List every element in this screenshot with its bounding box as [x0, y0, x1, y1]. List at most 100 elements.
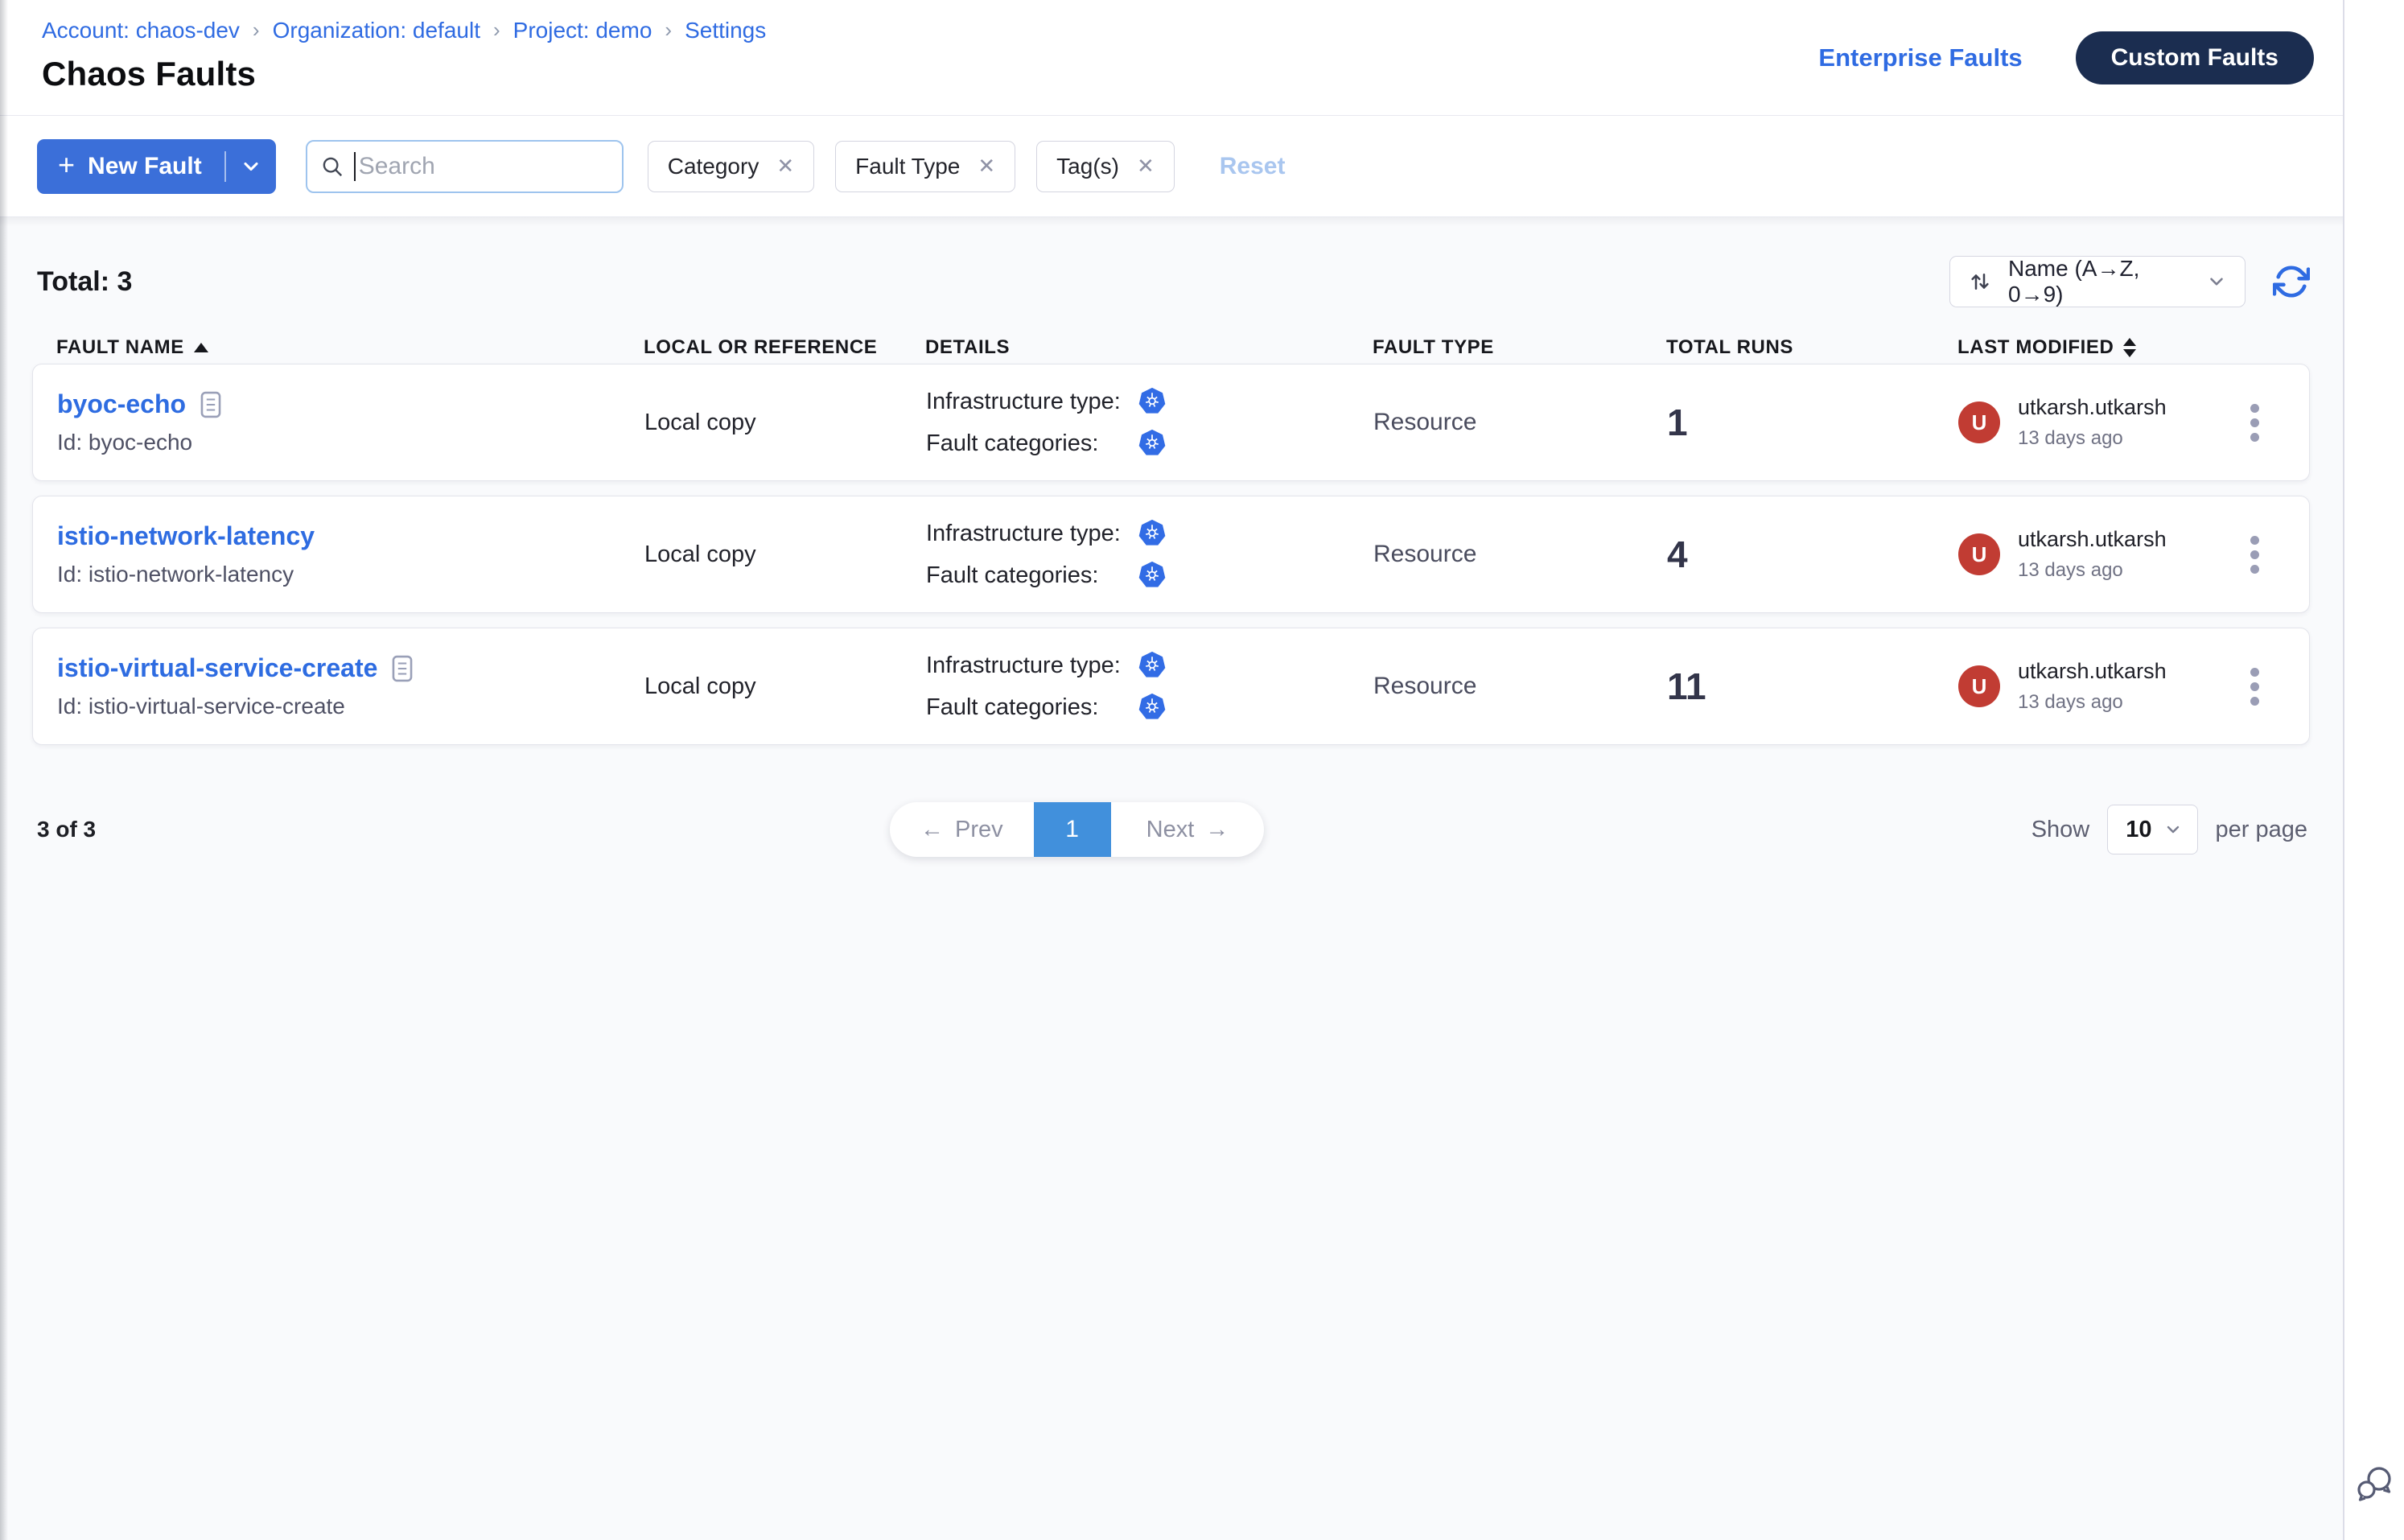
help-chat-button[interactable] [2354, 1463, 2396, 1508]
header-actions: Enterprise Faults Custom Faults [1818, 0, 2314, 116]
fault-name-link[interactable]: istio-virtual-service-create [57, 653, 377, 683]
local-or-reference-value: Local copy [644, 673, 926, 700]
next-page-button[interactable]: Next → [1111, 802, 1265, 857]
modified-at: 13 days ago [2018, 427, 2167, 450]
description-icon[interactable] [200, 391, 221, 418]
page-size-control: Show 10 per page [2031, 802, 2307, 857]
row-menu-button[interactable] [2242, 660, 2267, 714]
table-row: istio-network-latency Id: istio-network-… [32, 496, 2310, 613]
sort-label: Name (A→Z, 0→9) [2008, 256, 2190, 307]
refresh-icon [2273, 263, 2310, 300]
infrastructure-type-label: Infrastructure type: [926, 521, 1137, 547]
chevron-down-icon [2206, 271, 2227, 292]
fault-categories-label: Fault categories: [926, 694, 1137, 721]
modified-by: utkarsh.utkarsh [2018, 395, 2167, 420]
avatar: U [1958, 533, 2000, 575]
filter-chip-fault-type[interactable]: Fault Type ✕ [835, 141, 1015, 192]
breadcrumb-separator-icon: › [665, 18, 672, 43]
breadcrumb-project[interactable]: Project: demo [513, 18, 652, 43]
fault-name-link[interactable]: istio-network-latency [57, 521, 315, 551]
fault-name-link[interactable]: byoc-echo [57, 389, 186, 419]
toolbar: + New Fault Category ✕ Fault Type ✕ T [0, 116, 2343, 217]
filter-chips: Category ✕ Fault Type ✕ Tag(s) ✕ [648, 141, 1175, 192]
new-fault-label: New Fault [88, 153, 202, 180]
table-row: istio-virtual-service-create Id: istio-v… [32, 628, 2310, 745]
description-icon[interactable] [392, 655, 413, 682]
fault-type-value: Resource [1373, 409, 1667, 436]
show-label: Show [2031, 817, 2090, 843]
kubernetes-icon [1137, 650, 1167, 681]
local-or-reference-value: Local copy [644, 410, 926, 436]
column-header-total-runs: TOTAL RUNS [1666, 336, 1957, 359]
modified-by: utkarsh.utkarsh [2018, 659, 2167, 684]
avatar: U [1958, 401, 2000, 443]
faults-list-section: Total: 3 Name (A→Z, 0→9) [0, 217, 2343, 1540]
modified-at: 13 days ago [2018, 559, 2167, 582]
column-header-fault-name[interactable]: FAULT NAME [56, 336, 644, 359]
custom-faults-button[interactable]: Custom Faults [2076, 31, 2314, 84]
filter-chip-tags[interactable]: Tag(s) ✕ [1036, 141, 1175, 192]
fault-id: Id: istio-network-latency [57, 562, 644, 587]
breadcrumb-account[interactable]: Account: chaos-dev [42, 18, 240, 43]
kubernetes-icon [1137, 560, 1167, 591]
breadcrumb-settings[interactable]: Settings [685, 18, 766, 43]
close-icon[interactable]: ✕ [978, 154, 995, 179]
column-header-last-modified[interactable]: LAST MODIFIED [1957, 336, 2223, 359]
main-area: Account: chaos-dev › Organization: defau… [0, 0, 2343, 1540]
fault-type-value: Resource [1373, 541, 1667, 568]
row-menu-button[interactable] [2242, 528, 2267, 582]
filter-chip-category[interactable]: Category ✕ [648, 141, 814, 192]
filter-chip-label: Tag(s) [1056, 154, 1119, 179]
prev-page-button[interactable]: ← Prev [890, 802, 1034, 857]
row-menu-button[interactable] [2242, 396, 2267, 450]
avatar: U [1958, 665, 2000, 707]
pagination-bar: 3 of 3 ← Prev 1 Next → Show 10 per page [0, 802, 2343, 857]
close-icon[interactable]: ✕ [776, 154, 794, 179]
breadcrumb-separator-icon: › [493, 18, 500, 43]
total-runs-value: 4 [1667, 533, 1958, 576]
sort-both-icon [2123, 338, 2136, 357]
column-header-local-or-reference: LOCAL OR REFERENCE [644, 336, 925, 359]
pagination-summary: 3 of 3 [37, 802, 96, 857]
filter-chip-label: Category [668, 154, 759, 179]
local-or-reference-value: Local copy [644, 541, 926, 568]
kubernetes-icon [1137, 428, 1167, 459]
filter-chip-label: Fault Type [855, 154, 960, 179]
fault-id: Id: istio-virtual-service-create [57, 694, 644, 719]
infrastructure-type-label: Infrastructure type: [926, 389, 1137, 415]
total-count: Total: 3 [37, 266, 132, 298]
search-icon [320, 154, 344, 179]
infrastructure-type-label: Infrastructure type: [926, 653, 1137, 679]
chat-bubbles-icon [2354, 1463, 2396, 1508]
new-fault-button[interactable]: + New Fault [37, 139, 224, 194]
search-box [306, 140, 624, 193]
sort-arrows-icon [1968, 270, 1992, 294]
page-edge-shadow [0, 0, 8, 1540]
page-size-select[interactable]: 10 [2107, 805, 2197, 854]
right-rail [2343, 0, 2404, 1540]
enterprise-faults-link[interactable]: Enterprise Faults [1818, 43, 2022, 72]
fault-categories-label: Fault categories: [926, 430, 1137, 457]
sort-dropdown[interactable]: Name (A→Z, 0→9) [1949, 256, 2246, 307]
total-runs-value: 1 [1667, 401, 1958, 444]
breadcrumb-separator-icon: › [253, 18, 260, 43]
modified-by: utkarsh.utkarsh [2018, 527, 2167, 552]
sort-area: Name (A→Z, 0→9) [1949, 256, 2310, 307]
total-runs-value: 11 [1667, 665, 1958, 708]
search-input[interactable] [356, 153, 611, 180]
new-fault-dropdown-button[interactable] [226, 139, 276, 194]
kubernetes-icon [1137, 692, 1167, 723]
plus-icon: + [58, 150, 75, 179]
close-icon[interactable]: ✕ [1137, 154, 1155, 179]
fault-id: Id: byoc-echo [57, 430, 644, 455]
refresh-button[interactable] [2273, 263, 2310, 300]
reset-filters-button[interactable]: Reset [1220, 153, 1286, 180]
table-row: byoc-echo Id: byoc-echo Local copy Infra… [32, 364, 2310, 481]
column-header-details: DETAILS [925, 336, 1373, 359]
kubernetes-icon [1137, 518, 1167, 549]
page-1-button[interactable]: 1 [1034, 802, 1111, 857]
column-header-fault-type: FAULT TYPE [1373, 336, 1666, 359]
kubernetes-icon [1137, 386, 1167, 417]
per-page-label: per page [2216, 817, 2308, 843]
breadcrumb-organization[interactable]: Organization: default [273, 18, 480, 43]
